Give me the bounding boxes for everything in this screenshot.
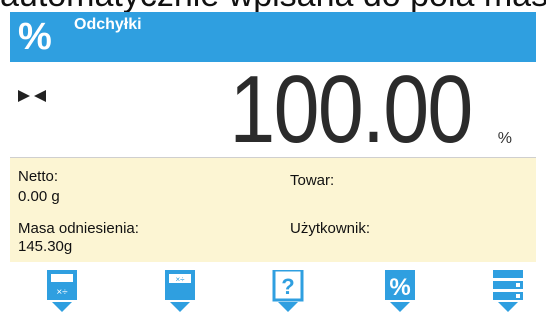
calc-icon: ×÷ [165, 270, 195, 312]
masa-odniesienia-value: 145.30g [18, 238, 73, 255]
towar-label: Towar: [290, 172, 335, 189]
percent-icon: % [18, 16, 52, 58]
svg-text:×÷: ×÷ [56, 287, 68, 298]
percent-icon: % [385, 270, 415, 312]
svg-text:×÷: ×÷ [175, 275, 185, 284]
database-icon [493, 270, 523, 312]
top-caption: automatycznie wpisana do pola masy [0, 0, 546, 12]
main-value: 100.00 [229, 56, 474, 163]
svg-text:%: % [389, 274, 410, 301]
calc-button-2[interactable]: ×÷ [160, 270, 200, 314]
calc-button[interactable]: ×÷ [42, 270, 82, 314]
info-panel: Netto: 0.00 g Towar: Masa odniesienia: 1… [10, 158, 536, 262]
help-button[interactable]: ? [268, 270, 308, 314]
netto-label: Netto: [18, 168, 59, 185]
title-bar: % Odchyłki [10, 12, 536, 62]
netto-value: 0.00 g [18, 188, 60, 205]
help-icon: ? [272, 270, 304, 312]
calc-icon: ×÷ [47, 270, 77, 312]
svg-text:?: ? [281, 274, 294, 299]
masa-odniesienia-label: Masa odniesienia: [18, 220, 139, 237]
function-bar: ×÷ ×÷ ? % [10, 262, 536, 314]
percent-button[interactable]: % [380, 270, 420, 314]
unit-label: % [497, 130, 512, 147]
stable-indicator-icon [18, 90, 46, 102]
database-button[interactable] [488, 270, 528, 314]
page-title: Odchyłki [74, 16, 142, 33]
weight-display: 100.00 % [10, 62, 536, 158]
uzytkownik-label: Użytkownik: [290, 220, 371, 237]
